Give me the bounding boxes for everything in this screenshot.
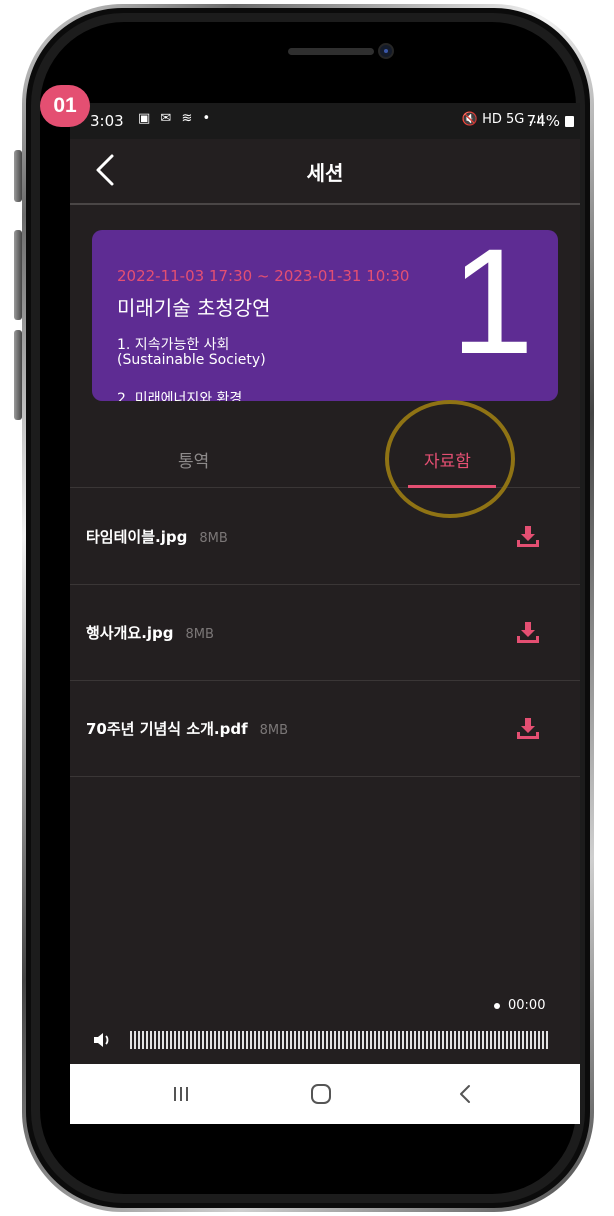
phone-notch (246, 38, 426, 82)
download-icon[interactable] (516, 524, 540, 550)
download-icon[interactable] (516, 716, 540, 742)
session-topic-2: 2. 미래에너지와 환경 (117, 391, 243, 401)
session-topic-1: 1. 지속가능한 사회 (117, 337, 230, 353)
audio-player: 00:00 (70, 993, 580, 1063)
system-back-button[interactable] (435, 1082, 495, 1106)
file-name-text: 행사개요.jpg (86, 624, 174, 642)
side-button (14, 150, 22, 202)
status-time: 3:03 (90, 112, 124, 130)
page-title: 세션 (306, 161, 344, 185)
status-bar: 3:03 ▣ ✉ ≋ • 🔇 HD 5G ..ıl 74% (70, 103, 580, 139)
side-button (14, 230, 22, 320)
chevron-left-icon (460, 1085, 470, 1103)
side-button (14, 330, 22, 420)
session-title: 미래기술 초청강연 (117, 296, 271, 320)
audio-waveform[interactable] (130, 1031, 548, 1049)
file-row[interactable]: 행사개요.jpg 8MB (70, 585, 580, 681)
file-name-text: 70주년 기념식 소개.pdf (86, 720, 248, 738)
file-name: 행사개요.jpg 8MB (86, 622, 214, 643)
app-screen: 3:03 ▣ ✉ ≋ • 🔇 HD 5G ..ıl 74% 세션 2022-11… (70, 103, 580, 1124)
step-number-badge: 01 (40, 85, 90, 127)
session-number: 1 (450, 230, 534, 385)
file-size: 8MB (199, 531, 228, 546)
front-camera (378, 43, 394, 59)
volume-icon[interactable] (92, 1031, 114, 1049)
file-name-text: 타임테이블.jpg (86, 528, 188, 546)
battery-icon (565, 116, 574, 127)
app-header: 세션 (70, 139, 580, 205)
playback-indicator-dot (494, 1003, 500, 1009)
notification-icons: ▣ ✉ ≋ • (138, 111, 214, 126)
download-icon[interactable] (516, 620, 540, 646)
file-size: 8MB (185, 627, 214, 642)
session-topic-1-english: (Sustainable Society) (117, 352, 266, 368)
session-date-range: 2022-11-03 17:30 ~ 2023-01-31 10:30 (117, 267, 410, 285)
home-button[interactable] (291, 1082, 351, 1106)
session-card[interactable]: 2022-11-03 17:30 ~ 2023-01-31 10:30 미래기술… (92, 230, 558, 401)
system-nav-bar (70, 1064, 580, 1124)
file-row[interactable]: 70주년 기념식 소개.pdf 8MB (70, 681, 580, 777)
recent-apps-button[interactable] (151, 1082, 211, 1106)
recent-apps-icon (174, 1087, 188, 1101)
file-row[interactable]: 타임테이블.jpg 8MB (70, 489, 580, 585)
file-name: 타임테이블.jpg 8MB (86, 526, 228, 547)
battery-level: 74% (526, 112, 560, 130)
tab-interpretation[interactable]: 통역 (178, 447, 209, 472)
playback-time: 00:00 (508, 998, 546, 1013)
earpiece-speaker (288, 48, 374, 55)
file-size: 8MB (259, 723, 289, 738)
file-name: 70주년 기념식 소개.pdf 8MB (86, 718, 288, 739)
home-icon (311, 1084, 331, 1104)
